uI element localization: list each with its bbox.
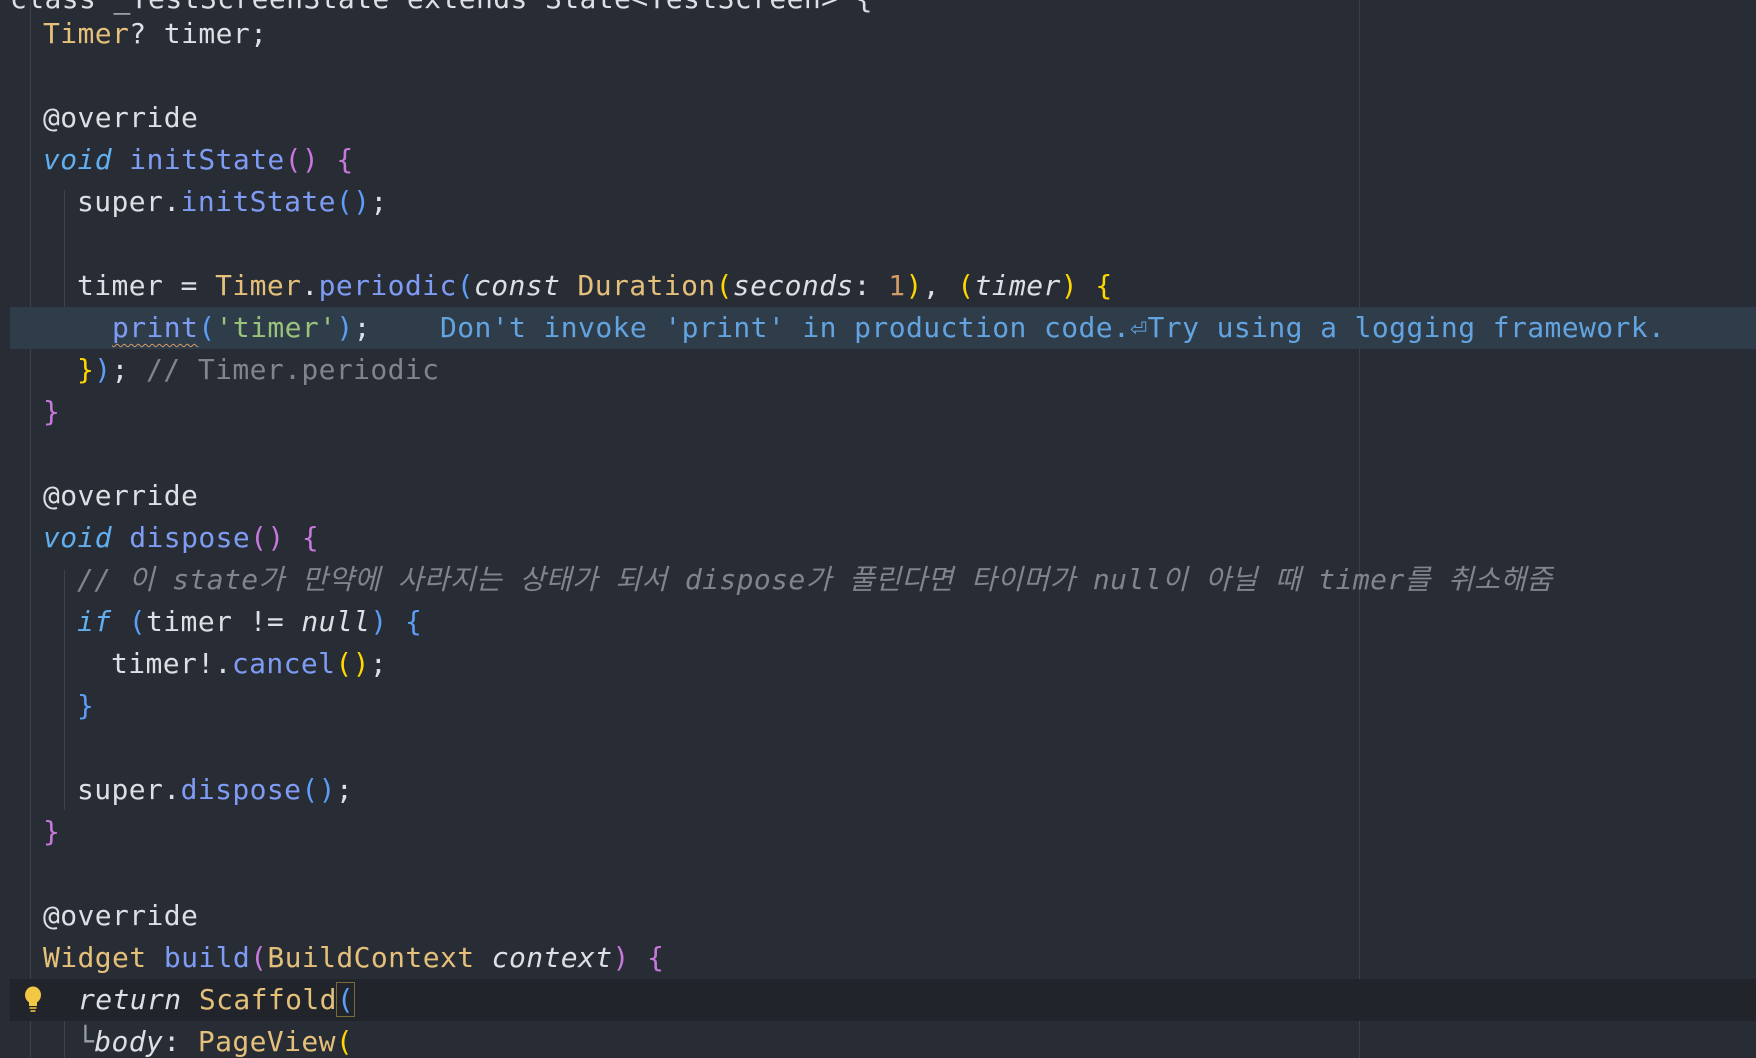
- code-line[interactable]: }: [0, 811, 1756, 853]
- code-line[interactable]: super.dispose();: [0, 769, 1756, 811]
- type-name: Timer: [43, 17, 130, 50]
- keyword: const: [473, 269, 561, 302]
- type-name: PageView: [197, 1025, 336, 1058]
- code-line[interactable]: @override: [0, 97, 1756, 139]
- lint-warning-call[interactable]: print: [112, 311, 198, 344]
- method-name: build: [163, 941, 251, 974]
- code-line[interactable]: @override: [0, 475, 1756, 517]
- string-literal: 'timer': [215, 311, 337, 344]
- keyword: if: [77, 605, 112, 638]
- annotation: @override: [43, 479, 199, 512]
- variable: timer: [77, 269, 164, 302]
- variable: timer: [111, 647, 198, 680]
- number-literal: 1: [888, 269, 906, 302]
- variable: timer: [146, 605, 233, 638]
- code-line[interactable]: timer!.cancel();: [0, 643, 1756, 685]
- parameter: timer: [974, 269, 1061, 302]
- code-line[interactable]: super.initState();: [0, 181, 1756, 223]
- method-name: initState: [129, 143, 285, 176]
- type-name: BuildContext: [267, 941, 475, 974]
- keyword: return: [78, 983, 182, 1016]
- method-name: dispose: [129, 521, 251, 554]
- type-name: Scaffold: [198, 983, 337, 1016]
- code-line[interactable]: }: [0, 391, 1756, 433]
- closing-label: // Timer.periodic: [146, 353, 440, 386]
- comment: // 이 state가 만약에 사라지는 상태가 되서 dispose가 풀린다…: [77, 563, 1553, 596]
- keyword: null: [301, 605, 371, 638]
- inline-lint-hint: Don't invoke 'print' in production code.…: [440, 311, 1666, 344]
- annotation: @override: [43, 101, 199, 134]
- named-parameter: seconds: [732, 269, 854, 302]
- field-declaration: ? timer;: [129, 17, 268, 50]
- keyword: void: [43, 521, 113, 554]
- type-name: Widget: [43, 941, 147, 974]
- code-line[interactable]: Timer? timer;: [0, 13, 1756, 55]
- code-line[interactable]: }); // Timer.periodic: [0, 349, 1756, 391]
- keyword: super: [77, 773, 164, 806]
- annotation: @override: [43, 899, 199, 932]
- code-line[interactable]: Widget build(BuildContext context) {: [0, 937, 1756, 979]
- code-line[interactable]: }: [0, 685, 1756, 727]
- method-call: dispose: [180, 773, 302, 806]
- code-line-warning[interactable]: print('timer'); Don't invoke 'print' in …: [10, 307, 1756, 349]
- code-line-current[interactable]: return Scaffold(: [10, 979, 1756, 1021]
- code-line[interactable]: void initState() {: [0, 139, 1756, 181]
- code-line[interactable]: // 이 state가 만약에 사라지는 상태가 되서 dispose가 풀린다…: [0, 559, 1756, 601]
- code-line[interactable]: └body: PageView(: [0, 1021, 1756, 1058]
- tree-guide-icon: └: [77, 1025, 95, 1058]
- method-call: periodic: [318, 269, 457, 302]
- parameter: context: [491, 941, 613, 974]
- type-name: Duration: [577, 269, 716, 302]
- keyword: super: [77, 185, 164, 218]
- method-call: initState: [180, 185, 336, 218]
- code-line[interactable]: if (timer != null) {: [0, 601, 1756, 643]
- lightbulb-icon[interactable]: [24, 986, 42, 1012]
- code-line[interactable]: void dispose() {: [0, 517, 1756, 559]
- keyword: void: [43, 143, 113, 176]
- method-call: cancel: [231, 647, 336, 680]
- code-editor[interactable]: class _TestScreenState extends State<Tes…: [0, 0, 1756, 1058]
- code-line[interactable]: timer = Timer.periodic(const Duration(se…: [0, 265, 1756, 307]
- named-parameter: body: [94, 1025, 164, 1058]
- type-name: Timer: [215, 269, 302, 302]
- code-line[interactable]: @override: [0, 895, 1756, 937]
